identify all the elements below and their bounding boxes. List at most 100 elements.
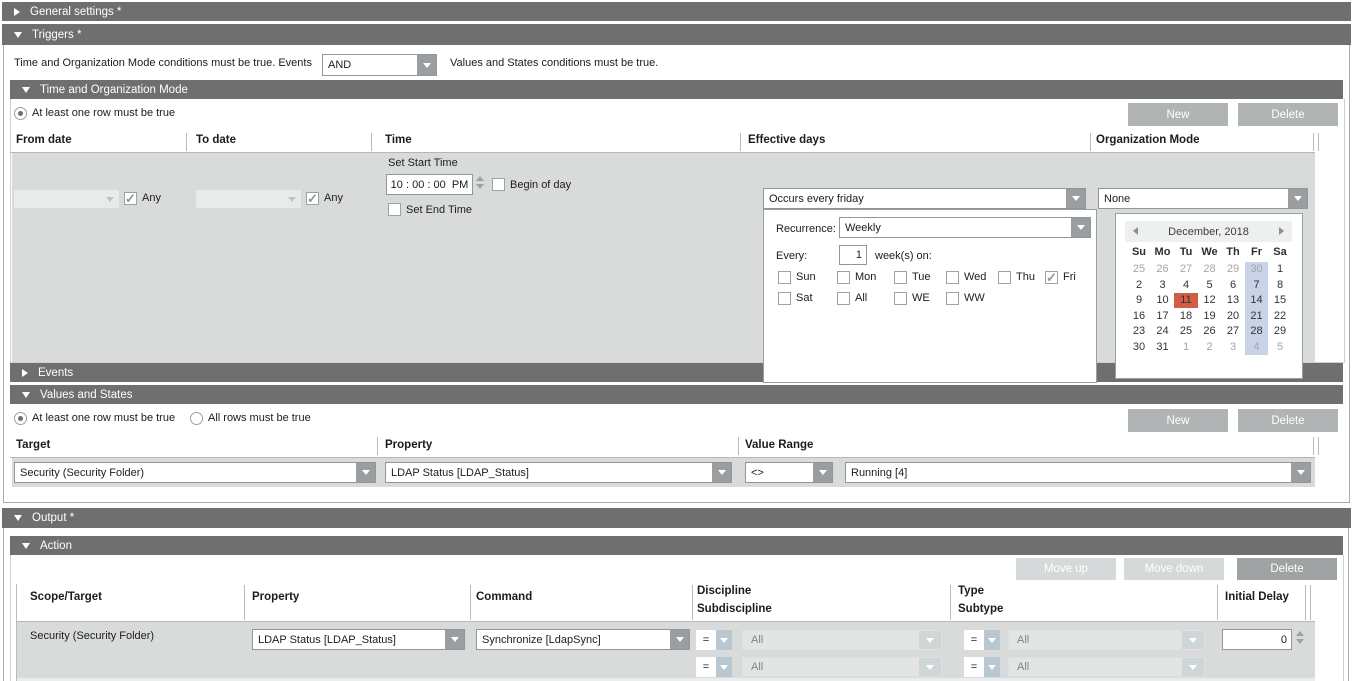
calendar-date[interactable]: 30 <box>1127 340 1151 355</box>
weekday-checkbox-mon[interactable] <box>837 271 850 284</box>
calendar-date[interactable]: 22 <box>1268 309 1292 324</box>
type-dropdown[interactable]: All <box>1008 630 1205 650</box>
value-range-dropdown[interactable]: Running [4] <box>845 462 1311 483</box>
calendar-date[interactable]: 5 <box>1268 340 1292 355</box>
calendar-date[interactable]: 5 <box>1198 278 1222 293</box>
calendar-date[interactable]: 2 <box>1127 278 1151 293</box>
calendar-date[interactable]: 18 <box>1174 309 1198 324</box>
calendar-date[interactable]: 25 <box>1174 324 1198 339</box>
calendar-date[interactable]: 20 <box>1221 309 1245 324</box>
begin-of-day-checkbox[interactable] <box>492 178 505 191</box>
calendar-date[interactable]: 24 <box>1151 324 1175 339</box>
type-operator-dropdown[interactable]: = <box>964 630 1000 650</box>
discipline-operator-dropdown[interactable]: = <box>696 630 732 650</box>
weekday-checkbox-tue[interactable] <box>894 271 907 284</box>
calendar-date[interactable]: 25 <box>1127 262 1151 277</box>
calendar-date[interactable]: 29 <box>1268 324 1292 339</box>
weekday-checkbox-sun[interactable] <box>778 271 791 284</box>
calendar-date[interactable]: 21 <box>1245 309 1269 324</box>
weekday-checkbox-we[interactable] <box>894 292 907 305</box>
calendar-date[interactable]: 14 <box>1245 293 1269 308</box>
calendar-date[interactable]: 6 <box>1221 278 1245 293</box>
calendar-date[interactable]: 4 <box>1174 278 1198 293</box>
calendar-date[interactable]: 30 <box>1245 262 1269 277</box>
calendar-prev-month-button[interactable] <box>1133 227 1138 235</box>
calendar-next-month-button[interactable] <box>1279 227 1284 235</box>
calendar-date[interactable]: 31 <box>1151 340 1175 355</box>
weekday-checkbox-sat[interactable] <box>778 292 791 305</box>
effective-days-dropdown[interactable]: Occurs every friday <box>763 188 1086 209</box>
calendar-date[interactable]: 7 <box>1245 278 1269 293</box>
calendar-date[interactable]: 19 <box>1198 309 1222 324</box>
action-property-dropdown[interactable]: LDAP Status [LDAP_Status] <box>252 629 465 650</box>
subtype-dropdown[interactable]: All <box>1008 657 1205 677</box>
calendar-date[interactable]: 9 <box>1127 293 1151 308</box>
events-operator-dropdown[interactable]: AND <box>322 54 437 76</box>
calendar-date[interactable]: 13 <box>1221 293 1245 308</box>
subsection-header-time-org[interactable]: Time and Organization Mode <box>10 80 1343 99</box>
vs-delete-button[interactable]: Delete <box>1238 409 1338 432</box>
set-end-time-checkbox[interactable] <box>388 203 401 216</box>
start-time-spinner[interactable] <box>476 176 484 189</box>
recurrence-dropdown[interactable]: Weekly <box>839 217 1091 238</box>
calendar-date[interactable]: 16 <box>1127 309 1151 324</box>
calendar-date[interactable]: 3 <box>1221 340 1245 355</box>
initial-delay-input[interactable]: 0 <box>1222 629 1292 650</box>
calendar-date[interactable]: 23 <box>1127 324 1151 339</box>
start-time-input[interactable]: 10 : 00 : 00 PM <box>386 174 473 195</box>
new-button[interactable]: New <box>1128 103 1228 126</box>
calendar-date[interactable]: 4 <box>1245 340 1269 355</box>
radio-at-least-one-row[interactable] <box>14 107 27 120</box>
section-header-output[interactable]: Output * <box>2 508 1351 528</box>
vs-radio-all-rows[interactable] <box>190 412 203 425</box>
any-from-checkbox[interactable] <box>124 192 137 205</box>
calendar-date[interactable]: 1 <box>1174 340 1198 355</box>
subdiscipline-operator-dropdown[interactable]: = <box>696 657 732 677</box>
weekday-checkbox-all[interactable] <box>837 292 850 305</box>
section-header-general-settings[interactable]: General settings * <box>2 2 1351 21</box>
move-down-button[interactable]: Move down <box>1124 558 1224 580</box>
calendar-date[interactable]: 27 <box>1221 324 1245 339</box>
calendar-date[interactable]: 26 <box>1151 262 1175 277</box>
calendar-date[interactable]: 8 <box>1268 278 1292 293</box>
move-up-button[interactable]: Move up <box>1016 558 1116 580</box>
vs-new-button[interactable]: New <box>1128 409 1228 432</box>
calendar-date[interactable]: 12 <box>1198 293 1222 308</box>
calendar-date[interactable]: 28 <box>1245 324 1269 339</box>
weekday-checkbox-ww[interactable] <box>946 292 959 305</box>
weekday-checkbox-wed[interactable] <box>946 271 959 284</box>
calendar-date[interactable]: 26 <box>1198 324 1222 339</box>
to-date-dropdown[interactable] <box>196 190 301 208</box>
subtype-operator-dropdown[interactable]: = <box>964 657 1000 677</box>
calendar-date[interactable]: 17 <box>1151 309 1175 324</box>
weekday-checkbox-thu[interactable] <box>998 271 1011 284</box>
column-header-from-date: From date <box>16 134 72 146</box>
subdiscipline-dropdown[interactable]: All <box>742 657 942 677</box>
any-to-checkbox[interactable] <box>306 192 319 205</box>
organization-mode-dropdown[interactable]: None <box>1098 188 1308 209</box>
calendar-date[interactable]: 28 <box>1198 262 1222 277</box>
delete-button[interactable]: Delete <box>1238 103 1338 126</box>
discipline-dropdown[interactable]: All <box>742 630 942 650</box>
calendar-date[interactable]: 1 <box>1268 262 1292 277</box>
property-dropdown[interactable]: LDAP Status [LDAP_Status] <box>385 462 732 483</box>
calendar-date[interactable]: 2 <box>1198 340 1222 355</box>
command-dropdown[interactable]: Synchronize [LdapSync] <box>476 629 690 650</box>
subsection-header-action[interactable]: Action <box>10 536 1343 555</box>
calendar-date[interactable]: 27 <box>1174 262 1198 277</box>
from-date-dropdown[interactable] <box>14 190 119 208</box>
calendar-date[interactable]: 29 <box>1221 262 1245 277</box>
vs-radio-at-least-one-row[interactable] <box>14 412 27 425</box>
target-dropdown[interactable]: Security (Security Folder) <box>14 462 376 483</box>
value-operator-dropdown[interactable]: <> <box>745 462 833 483</box>
weekday-checkbox-fri[interactable] <box>1045 271 1058 284</box>
calendar-date[interactable]: 3 <box>1151 278 1175 293</box>
calendar-date-selected[interactable]: 11 <box>1174 293 1198 308</box>
section-header-triggers[interactable]: Triggers * <box>2 24 1351 45</box>
action-delete-button[interactable]: Delete <box>1237 558 1337 580</box>
calendar-date[interactable]: 10 <box>1151 293 1175 308</box>
every-input[interactable]: 1 <box>839 245 867 265</box>
calendar-date[interactable]: 15 <box>1268 293 1292 308</box>
subsection-header-values-states[interactable]: Values and States <box>10 385 1343 404</box>
initial-delay-spinner[interactable] <box>1296 631 1304 644</box>
